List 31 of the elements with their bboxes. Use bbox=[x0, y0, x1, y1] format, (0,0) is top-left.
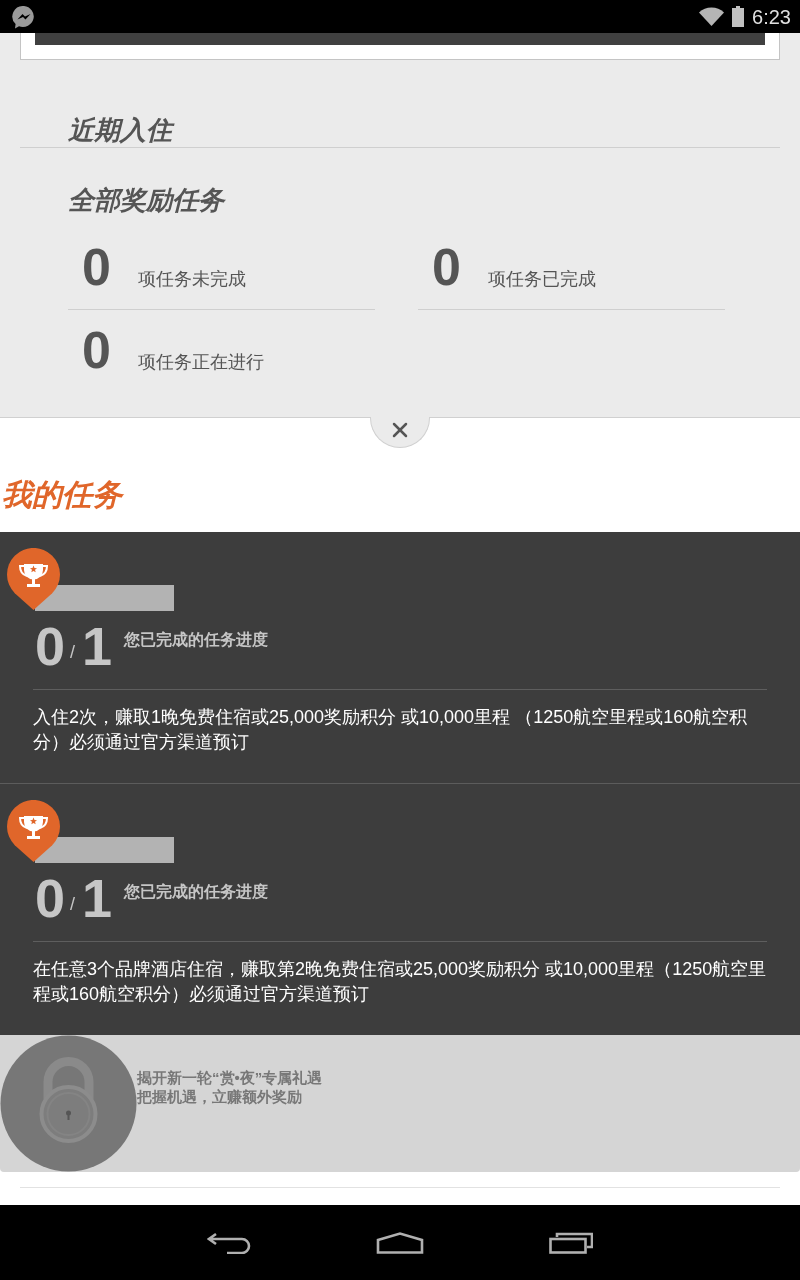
progress-label: 您已完成的任务进度 bbox=[124, 882, 269, 902]
trophy-pin-icon bbox=[7, 548, 60, 610]
progress-label: 您已完成的任务进度 bbox=[124, 630, 269, 650]
stat-label: 项任务已完成 bbox=[487, 268, 596, 291]
battery-icon bbox=[732, 6, 745, 27]
close-button[interactable] bbox=[370, 417, 430, 448]
back-icon[interactable] bbox=[207, 1231, 251, 1254]
progress-separator: / bbox=[70, 895, 76, 913]
home-icon[interactable] bbox=[376, 1231, 424, 1254]
progress-total: 1 bbox=[82, 871, 113, 925]
progress-total: 1 bbox=[82, 619, 113, 673]
trophy-pin-icon bbox=[7, 800, 60, 862]
recent-stays-heading: 近期入住 bbox=[20, 113, 780, 148]
recents-icon[interactable] bbox=[549, 1231, 593, 1254]
wifi-icon bbox=[699, 7, 725, 26]
progress-separator: / bbox=[70, 643, 76, 661]
stat-label: 项任务未完成 bbox=[137, 268, 246, 291]
stat-count: 0 bbox=[82, 324, 111, 376]
progress-count: 0 bbox=[35, 619, 66, 673]
stat-label: 项任务正在进行 bbox=[137, 351, 264, 374]
task-description: 在任意3个品牌酒店住宿，赚取第2晚免费住宿或25,000奖励积分 或10,000里程（1250航空里程或160航空积分）必须通过官方渠道预订 bbox=[33, 941, 767, 1007]
task-description: 入住2次，赚取1晚免费住宿或25,000奖励积分 或10,000里程 （1250航空里程或160航空积分）必须通过官方渠道预订 bbox=[33, 689, 767, 755]
chat-bubble-icon bbox=[12, 4, 36, 29]
stat-count: 0 bbox=[82, 241, 111, 293]
section-heading: 全部奖励任务 bbox=[68, 184, 224, 217]
stat-count: 0 bbox=[432, 241, 461, 293]
offer-title: 揭开新一轮“赏•夜”专属礼遇 bbox=[137, 1068, 323, 1087]
my-tasks-heading: 我的任务 bbox=[2, 477, 122, 513]
progress-count: 0 bbox=[35, 871, 66, 925]
clock-time: 6:23 bbox=[752, 4, 791, 29]
offer-subtitle: 把握机遇，立赚额外奖励 bbox=[137, 1087, 302, 1106]
